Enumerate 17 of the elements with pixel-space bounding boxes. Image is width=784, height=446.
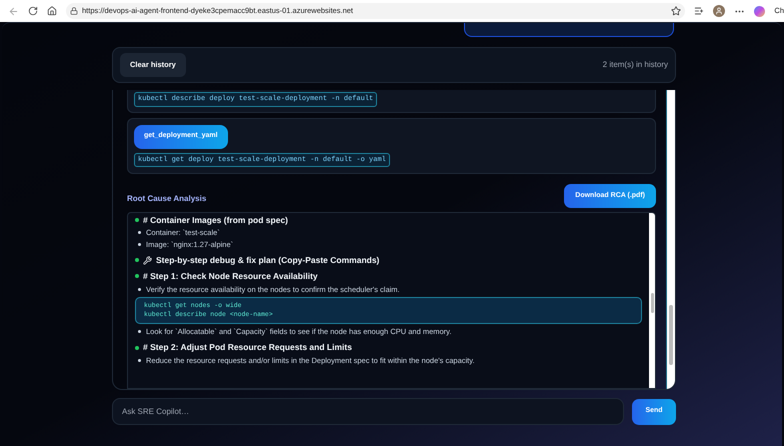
- scrollbar[interactable]: [667, 90, 675, 389]
- home-icon[interactable]: [47, 6, 57, 16]
- scrollbar[interactable]: [649, 213, 655, 388]
- section-heading: # Container Images (from pod spec): [143, 215, 288, 226]
- chat-input-field[interactable]: Ask SRE Copilot…: [112, 398, 624, 425]
- profile-avatar[interactable]: [713, 5, 726, 17]
- section-heading: # Step 1: Check Node Resource Availability: [143, 271, 318, 282]
- section-heading: # Step 2: Adjust Pod Resource Requests and Limits: [143, 342, 352, 353]
- rca-title: Root Cause Analysis: [127, 193, 206, 205]
- tools-icon: [143, 256, 152, 265]
- lock-icon: [70, 7, 78, 15]
- reload-icon[interactable]: [28, 6, 38, 16]
- star-icon[interactable]: [671, 6, 682, 16]
- favorites-icon[interactable]: [694, 6, 704, 16]
- copilot-icon[interactable]: [754, 6, 766, 16]
- section-heading: Step-by-step debug & fix plan (Copy-Paste Commands): [156, 255, 380, 266]
- history-count: 2 item(s) in history: [602, 59, 668, 71]
